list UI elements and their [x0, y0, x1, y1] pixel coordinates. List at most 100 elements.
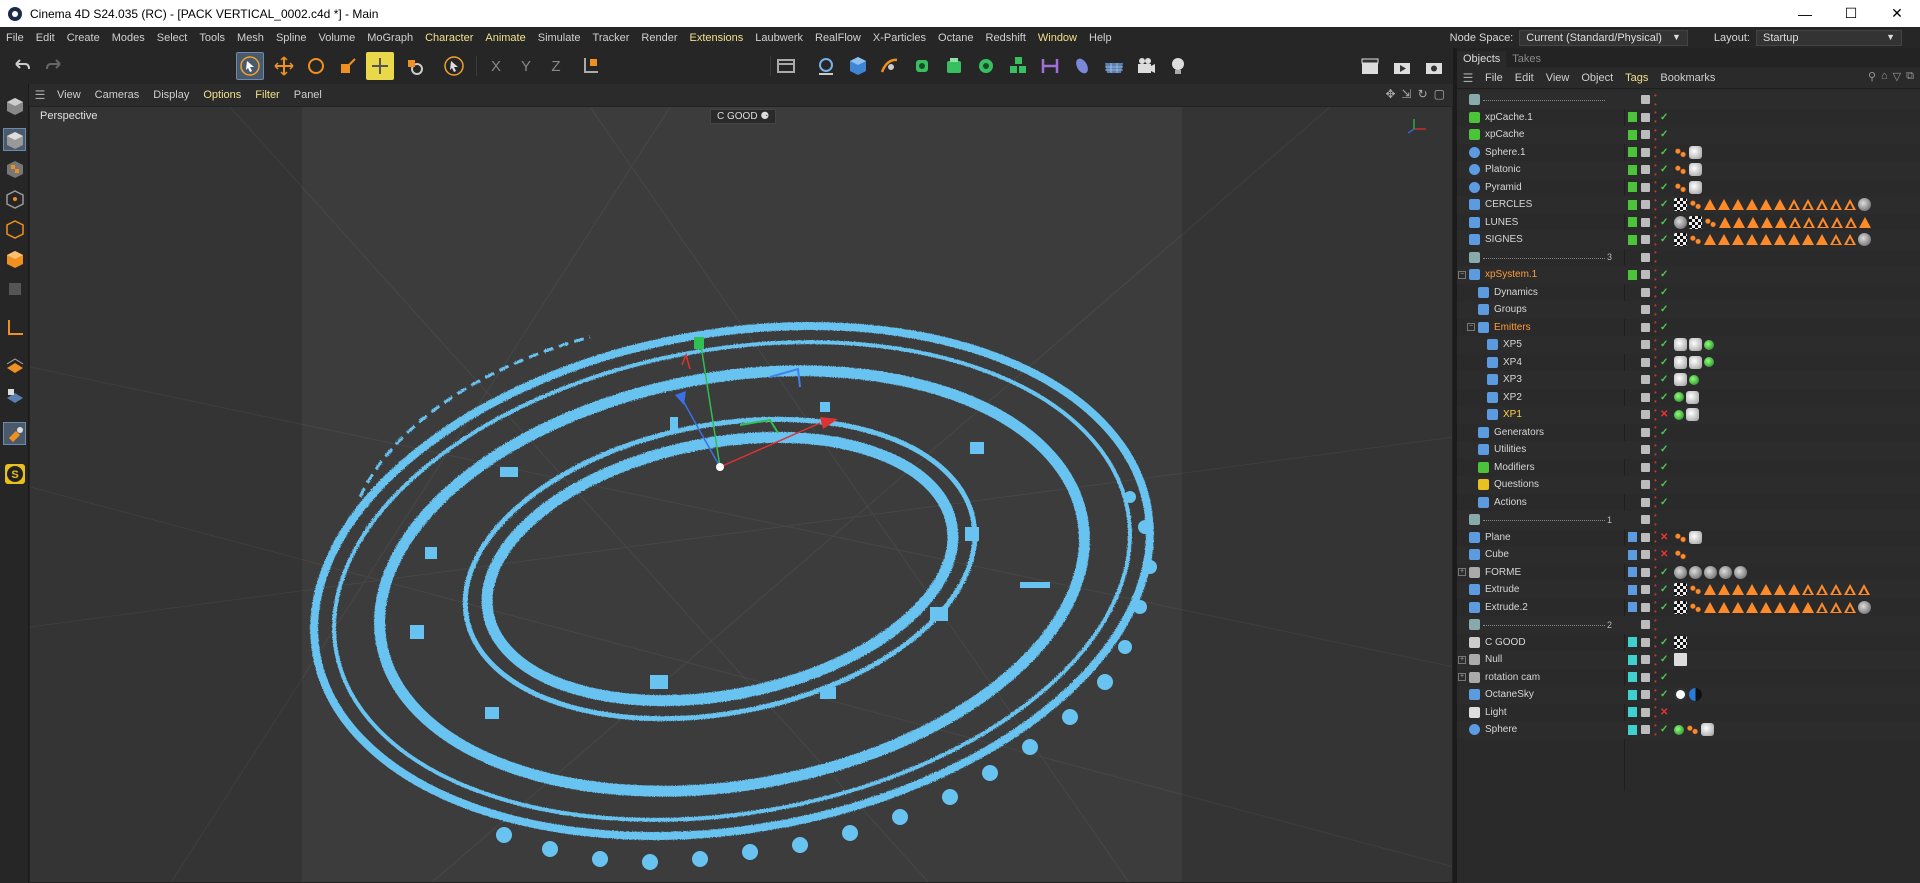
zoom-icon[interactable]: ⇲: [1402, 87, 1412, 101]
tag-icon[interactable]: [1674, 198, 1687, 212]
tag-icon[interactable]: [1802, 601, 1814, 613]
layer-color-swatch[interactable]: [1628, 602, 1637, 613]
visibility-dots[interactable]: • •: [1654, 108, 1657, 126]
visibility-dots[interactable]: • •: [1654, 371, 1657, 389]
object-name[interactable]: xpCache.1: [1485, 112, 1533, 123]
object-name[interactable]: XP4: [1503, 357, 1522, 368]
tab-objects[interactable]: Objects: [1457, 51, 1507, 67]
menu-laubwerk[interactable]: Laubwerk: [749, 32, 809, 44]
edit-toggle[interactable]: [1641, 357, 1650, 367]
edit-toggle[interactable]: [1641, 427, 1650, 437]
pan-icon[interactable]: ✥: [1385, 87, 1395, 101]
edit-toggle[interactable]: [1641, 672, 1650, 682]
layer-color-swatch[interactable]: [1628, 584, 1637, 595]
visibility-dots[interactable]: • •: [1654, 336, 1657, 354]
tag-icon[interactable]: [1689, 233, 1702, 247]
tag-icon[interactable]: [1760, 601, 1772, 613]
object-separator-row[interactable]: 2 • •: [1457, 616, 1920, 634]
edit-toggle[interactable]: [1641, 305, 1650, 315]
tag-icon[interactable]: [1734, 565, 1747, 579]
enabled-check-icon[interactable]: ✓: [1660, 689, 1668, 700]
layer-color-swatch[interactable]: [1628, 689, 1637, 700]
viewport-hamburger-icon[interactable]: ☰: [29, 88, 51, 102]
layer-color-swatch[interactable]: [1628, 129, 1637, 140]
tag-icon[interactable]: [1689, 565, 1702, 579]
tag-icon[interactable]: [1704, 584, 1716, 596]
object-name[interactable]: C GOOD: [1485, 637, 1526, 648]
tag-icon[interactable]: [1674, 653, 1687, 667]
tag-icon[interactable]: [1689, 688, 1702, 702]
tag-icon[interactable]: [1674, 215, 1687, 229]
edit-toggle[interactable]: [1641, 690, 1650, 700]
tag-icon[interactable]: [1746, 601, 1758, 613]
object-row[interactable]: Sphere.1 • • ✓: [1457, 143, 1920, 161]
tag-icon[interactable]: [1760, 199, 1772, 211]
tag-icon[interactable]: [1830, 234, 1842, 246]
edit-toggle[interactable]: [1641, 322, 1650, 332]
enabled-check-icon[interactable]: ✓: [1660, 637, 1668, 648]
tag-icon[interactable]: [1774, 601, 1786, 613]
lock-z-button[interactable]: Z: [542, 52, 570, 80]
visibility-dots[interactable]: • •: [1654, 423, 1657, 441]
object-row[interactable]: Actions • • ✓: [1457, 493, 1920, 511]
tag-icon[interactable]: [1719, 216, 1731, 228]
object-name[interactable]: Cube: [1485, 549, 1509, 560]
tag-icon[interactable]: [1732, 601, 1744, 613]
object-row[interactable]: XP2 • • ✓: [1457, 388, 1920, 406]
layer-color-swatch[interactable]: [1628, 199, 1637, 210]
tag-icon[interactable]: [1831, 216, 1843, 228]
tag-icon[interactable]: [1674, 548, 1687, 562]
disabled-icon[interactable]: ✕: [1660, 532, 1668, 543]
om-menu-object[interactable]: Object: [1575, 72, 1619, 84]
object-name[interactable]: XP1: [1503, 409, 1522, 420]
render-view-button[interactable]: [1356, 52, 1384, 80]
enabled-check-icon[interactable]: ✓: [1660, 217, 1668, 228]
object-name[interactable]: SIGNES: [1485, 234, 1523, 245]
object-name[interactable]: Dynamics: [1494, 287, 1538, 298]
layout-dropdown[interactable]: Startup ▼: [1756, 29, 1902, 46]
enabled-check-icon[interactable]: ✓: [1660, 427, 1668, 438]
layer-color-swatch[interactable]: [1628, 567, 1637, 578]
workplane-button[interactable]: [3, 354, 26, 377]
perspective-viewport[interactable]: Perspective C GOOD ⚈: [29, 106, 1453, 883]
tag-icon[interactable]: [1689, 163, 1702, 177]
object-name[interactable]: Extrude: [1485, 584, 1519, 595]
tag-icon[interactable]: [1789, 216, 1801, 228]
edit-toggle[interactable]: [1641, 497, 1650, 507]
viewport-menu-view[interactable]: View: [51, 89, 89, 101]
edit-toggle[interactable]: [1641, 707, 1650, 717]
enabled-check-icon[interactable]: ✓: [1660, 287, 1668, 298]
tag-icon[interactable]: [1746, 584, 1758, 596]
layer-color-swatch[interactable]: [1628, 637, 1637, 648]
object-row[interactable]: XP3 • • ✓: [1457, 371, 1920, 389]
tag-icon[interactable]: [1718, 601, 1730, 613]
object-row[interactable]: Pyramid • • ✓: [1457, 178, 1920, 196]
enabled-check-icon[interactable]: ✓: [1660, 147, 1668, 158]
tag-icon[interactable]: [1674, 565, 1687, 579]
object-name[interactable]: CERCLES: [1485, 199, 1532, 210]
move-tool-button[interactable]: [270, 52, 298, 80]
tag-icon[interactable]: [1802, 234, 1814, 246]
object-name[interactable]: Null: [1485, 654, 1502, 665]
visibility-dots[interactable]: • •: [1654, 563, 1657, 581]
visibility-dots[interactable]: • •: [1654, 301, 1657, 319]
visibility-dots[interactable]: • •: [1654, 721, 1657, 739]
menu-render[interactable]: Render: [635, 32, 683, 44]
layer-color-swatch[interactable]: [1628, 707, 1637, 718]
make-editable-button[interactable]: [3, 94, 26, 117]
visibility-dots[interactable]: • •: [1654, 458, 1657, 476]
lock-x-button[interactable]: X: [482, 52, 510, 80]
object-row[interactable]: Extrude • • ✓: [1457, 581, 1920, 599]
menu-character[interactable]: Character: [419, 32, 479, 44]
enabled-check-icon[interactable]: ✓: [1660, 724, 1668, 735]
tag-icon[interactable]: [1704, 565, 1717, 579]
tag-icon[interactable]: [1674, 600, 1687, 614]
visibility-dots[interactable]: • •: [1654, 353, 1657, 371]
object-row[interactable]: OctaneSky • • ✓: [1457, 686, 1920, 704]
visibility-dots[interactable]: • •: [1654, 266, 1657, 284]
menu-edit[interactable]: Edit: [30, 32, 61, 44]
camera-button[interactable]: [1132, 52, 1160, 80]
tag-icon[interactable]: [1674, 530, 1687, 544]
tag-icon[interactable]: [1817, 216, 1829, 228]
menu-window[interactable]: Window: [1032, 32, 1083, 44]
